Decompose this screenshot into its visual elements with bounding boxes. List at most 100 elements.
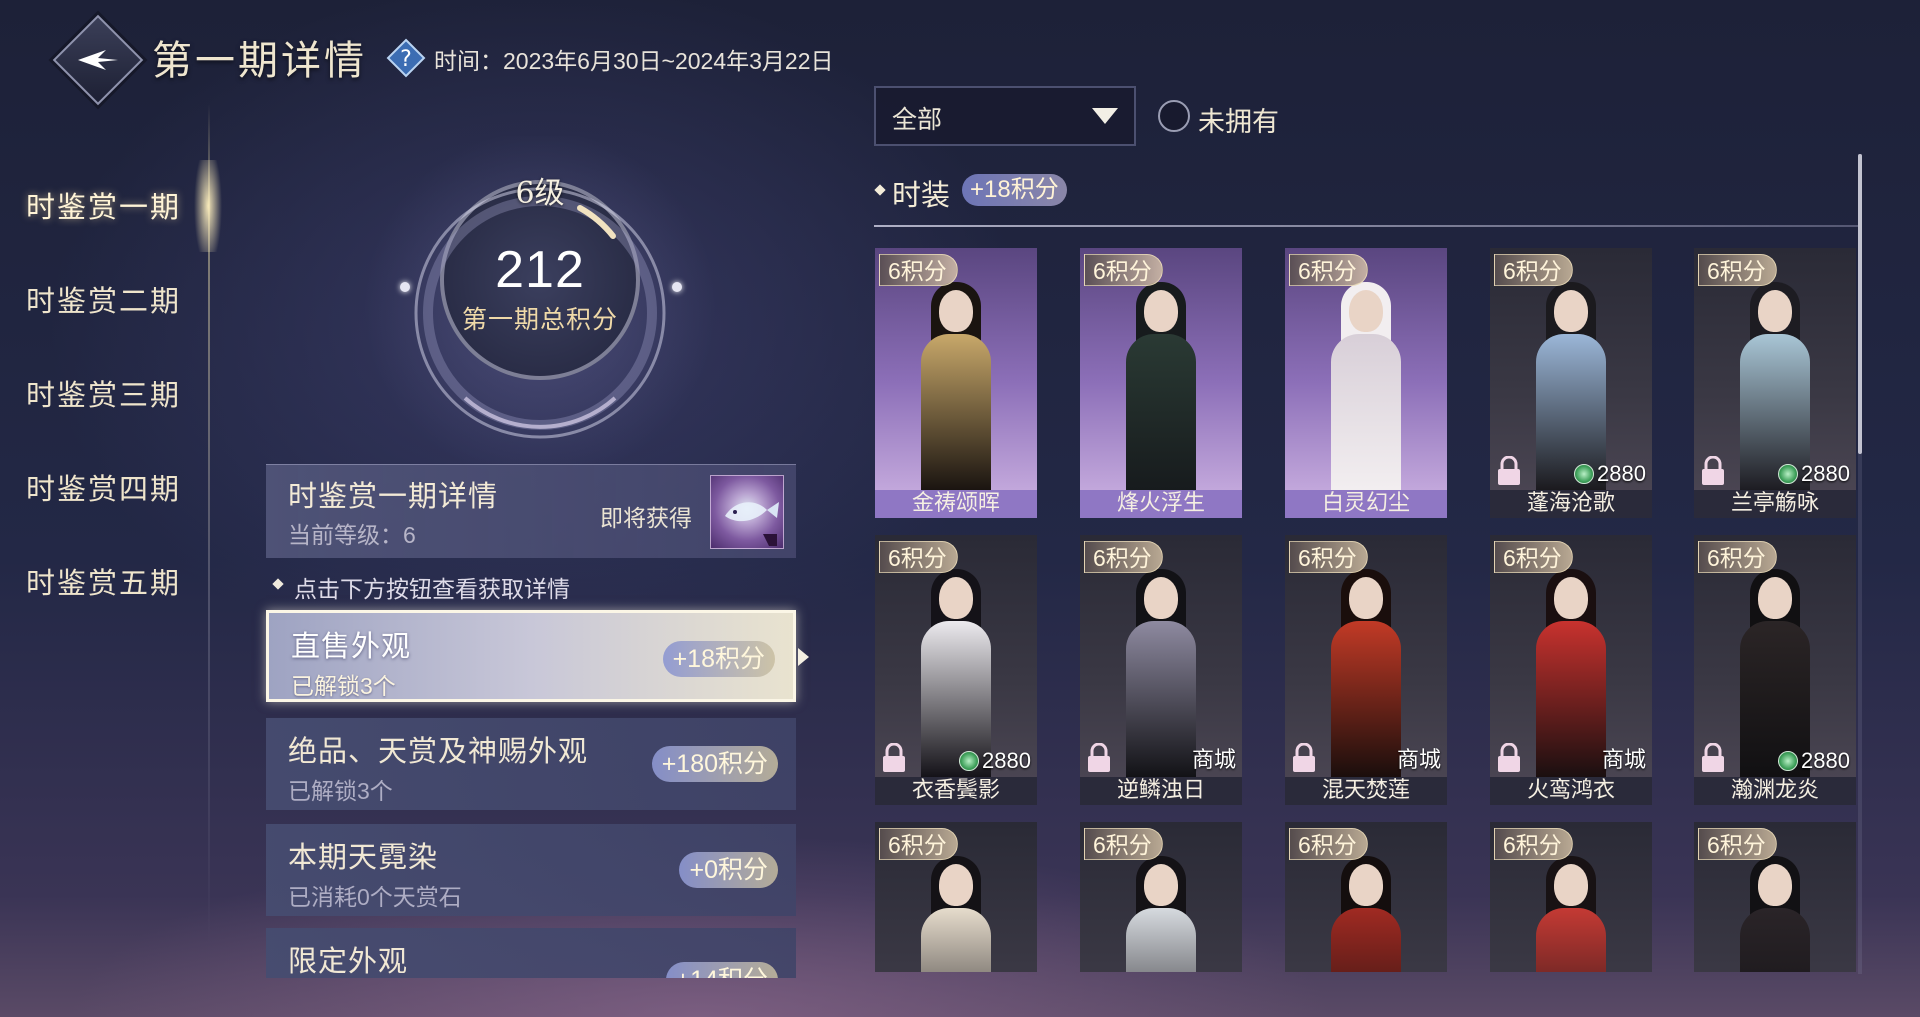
price-value: 2880 [1597, 461, 1646, 486]
costume-figure [1331, 282, 1401, 490]
category-subtitle: 已解锁3个 [291, 673, 396, 699]
ring-dot-left [400, 282, 410, 292]
section-divider [874, 225, 1858, 227]
scrollbar-thumb[interactable] [1858, 154, 1862, 454]
sidebar-item-period-2[interactable]: 时鉴赏二期 [26, 278, 181, 320]
hint-bullet [272, 578, 284, 590]
lock-icon [1700, 455, 1726, 486]
costume-points-badge: 6积分 [1698, 541, 1777, 573]
costume-points-badge: 6积分 [1494, 828, 1573, 860]
costume-name: 火鸾鸿衣 [1490, 777, 1652, 805]
costume-name: 烽火浮生 [1080, 490, 1242, 518]
costume-price: 2880 [1778, 748, 1850, 774]
category-points-badge: +180积分 [651, 746, 778, 782]
costume-card[interactable]: 6积分 2880 瀚渊龙炎 [1694, 535, 1856, 805]
jade-coin-icon [959, 751, 980, 771]
costume-points-badge: 6积分 [1084, 254, 1163, 286]
costume-points-badge: 6积分 [1698, 828, 1777, 860]
shop-source-label: 商城 [1191, 747, 1236, 772]
lock-icon [881, 742, 907, 773]
costume-points-badge: 6积分 [1698, 254, 1777, 286]
sidebar-item-period-5[interactable]: 时鉴赏五期 [26, 560, 181, 602]
lock-icon [1496, 742, 1522, 773]
costume-figure [1126, 856, 1196, 972]
section-bullet [874, 184, 886, 196]
costume-card[interactable]: 6积分 2880 衣香鬓影 [875, 535, 1037, 805]
costume-price: 2880 [959, 748, 1031, 774]
category-limited[interactable]: 限定外观 +14积分 [266, 928, 796, 978]
costume-card[interactable]: 6积分 白灵幻尘 [1285, 248, 1447, 518]
sidebar-item-period-1[interactable]: 时鉴赏一期 [26, 184, 181, 226]
caret-down-icon [1092, 108, 1118, 124]
costume-card[interactable]: 6积分金祷颂晖 [875, 248, 1037, 518]
costume-points-badge: 6积分 [1084, 541, 1163, 573]
hint-text: 点击下方按钮查看获取详情 [294, 576, 570, 602]
lock-icon [1086, 742, 1112, 773]
back-arrow-icon [66, 28, 130, 92]
costume-figure [1536, 856, 1606, 972]
category-title: 本期天霓染 [288, 840, 439, 874]
costume-figure [1331, 569, 1401, 777]
category-title: 直售外观 [291, 629, 412, 663]
total-score: 212 [495, 241, 585, 299]
jade-coin-icon [1778, 464, 1799, 484]
svg-text:?: ? [400, 47, 412, 72]
costume-price: 2880 [1574, 461, 1646, 487]
costume-card[interactable]: 6积分 [1694, 822, 1856, 972]
costume-name: 瀚渊龙炎 [1694, 777, 1856, 805]
ring-dot-right [672, 282, 682, 292]
costume-card[interactable]: 6积分 商城 火鸾鸿衣 [1490, 535, 1652, 805]
costume-name: 白灵幻尘 [1285, 490, 1447, 518]
detail-title: 时鉴赏一期详情 [288, 479, 499, 513]
costume-points-badge: 6积分 [1494, 254, 1573, 286]
sidebar-item-period-3[interactable]: 时鉴赏三期 [26, 372, 181, 414]
costume-card[interactable]: 6积分烽火浮生 [1080, 248, 1242, 518]
costume-name: 逆鳞浊日 [1080, 777, 1242, 805]
costume-name: 金祷颂晖 [875, 490, 1037, 518]
period-text: 时间：2023年6月30日~2024年3月22日 [434, 48, 834, 74]
jade-coin-icon [1574, 464, 1595, 484]
unowned-radio[interactable] [1158, 100, 1190, 132]
category-premium[interactable]: 绝品、天赏及神赐外观 已解锁3个 +180积分 [266, 718, 796, 810]
unowned-label: 未拥有 [1198, 107, 1279, 138]
costume-figure [1126, 569, 1196, 777]
lock-icon [1496, 455, 1522, 486]
help-icon[interactable]: ? [386, 38, 426, 78]
costume-figure [1536, 569, 1606, 777]
costume-card[interactable]: 6积分商城逆鳞浊日 [1080, 535, 1242, 805]
costume-figure [1126, 282, 1196, 490]
costume-points-badge: 6积分 [1289, 541, 1368, 573]
lock-icon [1291, 742, 1317, 773]
costume-figure [1536, 282, 1606, 490]
price-value: 2880 [982, 748, 1031, 773]
costume-card[interactable]: 6积分 [875, 822, 1037, 972]
sidebar-item-period-4[interactable]: 时鉴赏四期 [26, 466, 181, 508]
category-points-badge: +14积分 [665, 962, 778, 978]
category-direct-sale[interactable]: 直售外观 已解锁3个 +18积分 [266, 610, 796, 702]
costume-points-badge: 6积分 [879, 828, 958, 860]
costume-card[interactable]: 6积分 2880 兰亭觞咏 [1694, 248, 1856, 518]
filter-selected-value: 全部 [892, 106, 943, 134]
price-value: 2880 [1801, 748, 1850, 773]
costume-card[interactable]: 6积分 [1490, 822, 1652, 972]
costume-card[interactable]: 6积分 [1080, 822, 1242, 972]
costume-card[interactable]: 6积分商城混天焚莲 [1285, 535, 1447, 805]
category-title: 限定外观 [288, 944, 409, 978]
shop-source-label: 商城 [1396, 747, 1441, 772]
selected-category-arrow-icon [798, 648, 809, 666]
fish-reward-icon[interactable] [710, 475, 784, 549]
jade-coin-icon [1778, 751, 1799, 771]
costume-points-badge: 6积分 [879, 541, 958, 573]
costume-figure [921, 856, 991, 972]
costume-card[interactable]: 6积分 [1285, 822, 1447, 972]
costume-name: 衣香鬓影 [875, 777, 1037, 805]
costume-points-badge: 6积分 [879, 254, 958, 286]
current-level: 当前等级：6 [288, 522, 416, 548]
costume-points-badge: 6积分 [1289, 828, 1368, 860]
upcoming-reward-label: 即将获得 [600, 505, 692, 531]
costume-name: 混天焚莲 [1285, 777, 1447, 805]
category-points-badge: +18积分 [662, 641, 775, 677]
category-title: 绝品、天赏及神赐外观 [288, 734, 589, 768]
category-dye[interactable]: 本期天霓染 已消耗0个天赏石 +0积分 [266, 824, 796, 916]
costume-card[interactable]: 6积分 2880 蓬海沧歌 [1490, 248, 1652, 518]
